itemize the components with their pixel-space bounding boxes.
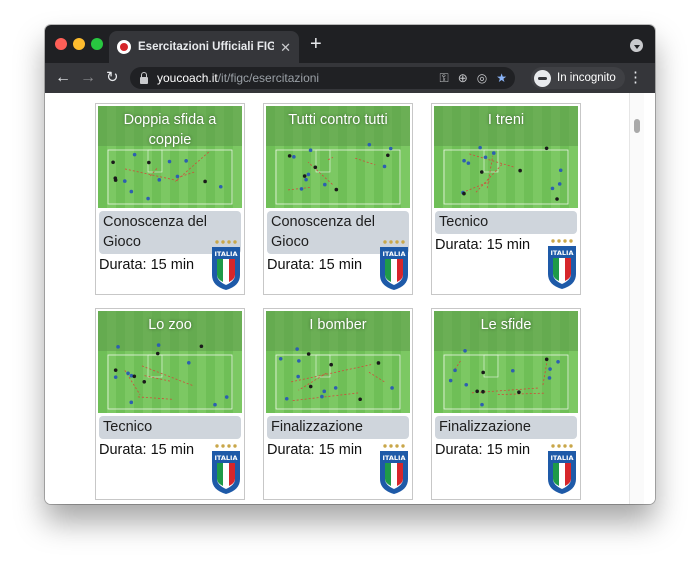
exercise-thumbnail[interactable]: Lo zoo — [98, 311, 242, 413]
figc-crest-icon: ITALIA — [548, 444, 576, 494]
exercise-thumbnail[interactable]: Le sfide — [434, 311, 578, 413]
figc-crest-icon: ITALIA — [548, 239, 576, 289]
back-button[interactable]: ← — [55, 68, 71, 88]
category-badge: Finalizzazione — [267, 416, 409, 439]
zoom-icon[interactable]: ⊕ — [458, 70, 468, 86]
scrollbar-thumb[interactable] — [634, 119, 640, 133]
duration-text: Durata: 15 min — [267, 257, 363, 273]
figc-crest-icon: ITALIA — [380, 240, 408, 290]
figc-crest-icon: ITALIA — [212, 240, 240, 290]
crest-label: ITALIA — [551, 249, 574, 257]
exercise-title[interactable]: Doppia sfida a coppie — [98, 110, 242, 150]
figc-crest-icon: ITALIA — [212, 444, 240, 494]
forward-button[interactable]: → — [80, 68, 96, 88]
site-favicon-icon — [117, 40, 131, 54]
crest-label: ITALIA — [383, 454, 406, 462]
incognito-label: In incognito — [557, 72, 616, 84]
bookmark-star-icon[interactable]: ★ — [496, 70, 507, 86]
url-host: youcoach.it — [157, 71, 218, 85]
browser-toolbar: ← → ↻ youcoach.it /it/figc/esercitazioni… — [45, 63, 655, 93]
duration-text: Durata: 15 min — [435, 442, 531, 458]
exercise-card[interactable]: Le sfide Finalizzazione Durata: 15 min ITAL… — [431, 308, 581, 500]
exercise-thumbnail[interactable]: I treni — [434, 106, 578, 208]
scrollbar[interactable] — [629, 93, 644, 504]
exercise-title[interactable]: Le sfide — [434, 315, 578, 335]
url-path: /it/figc/esercitazioni — [217, 71, 320, 85]
exercise-title[interactable]: Lo zoo — [98, 315, 242, 335]
key-icon[interactable]: ⚿ — [440, 70, 449, 86]
category-badge: Tecnico — [435, 211, 577, 234]
exercise-thumbnail[interactable]: Tutti contro tutti — [266, 106, 410, 208]
exercise-card[interactable]: I treni Tecnico Durata: 15 min ITALIA — [431, 103, 581, 295]
browser-window: Esercitazioni Ufficiali FIGC | Yo ✕ + ← … — [45, 25, 655, 504]
zoom-window-button[interactable] — [91, 38, 103, 50]
exercise-thumbnail[interactable]: Doppia sfida a coppie — [98, 106, 242, 208]
figc-crest-icon: ITALIA — [380, 444, 408, 494]
crest-label: ITALIA — [551, 454, 574, 462]
exercise-card[interactable]: Lo zoo Tecnico Durata: 15 min ITALIA — [95, 308, 245, 500]
tab-search-button[interactable] — [630, 39, 643, 52]
address-bar[interactable]: youcoach.it /it/figc/esercitazioni ⚿ ⊕ ◎… — [130, 67, 515, 89]
tab-title: Esercitazioni Ufficiali FIGC | Yo — [138, 41, 275, 53]
minimize-window-button[interactable] — [73, 38, 85, 50]
exercise-card[interactable]: I bomber Finalizzazione Durata: 15 min ITAL… — [263, 308, 413, 500]
crest-label: ITALIA — [215, 250, 238, 258]
close-tab-icon[interactable]: ✕ — [280, 41, 291, 54]
duration-text: Durata: 15 min — [99, 442, 195, 458]
browser-menu-icon[interactable]: ⋮ — [628, 70, 643, 86]
exercise-card[interactable]: Doppia sfida a coppie Conoscenza del Gioc… — [95, 103, 245, 295]
close-window-button[interactable] — [55, 38, 67, 50]
reload-button[interactable]: ↻ — [106, 68, 119, 88]
lock-icon[interactable] — [140, 71, 148, 84]
incognito-button[interactable]: In incognito — [531, 67, 625, 89]
duration-text: Durata: 15 min — [99, 257, 195, 273]
eye-slash-icon[interactable]: ◎ — [477, 70, 487, 86]
exercise-title[interactable]: I bomber — [266, 315, 410, 335]
category-badge: Tecnico — [99, 416, 241, 439]
tab-youcoach[interactable]: Esercitazioni Ufficiali FIGC | Yo ✕ — [109, 31, 299, 63]
category-badge: Finalizzazione — [435, 416, 577, 439]
page-content: Doppia sfida a coppie Conoscenza del Gioc… — [45, 93, 655, 504]
exercise-thumbnail[interactable]: I bomber — [266, 311, 410, 413]
new-tab-button[interactable]: + — [310, 34, 322, 54]
exercise-title[interactable]: I treni — [434, 110, 578, 130]
crest-label: ITALIA — [215, 454, 238, 462]
crest-label: ITALIA — [383, 250, 406, 258]
incognito-icon — [534, 69, 551, 87]
duration-text: Durata: 15 min — [435, 237, 531, 253]
duration-text: Durata: 15 min — [267, 442, 363, 458]
exercise-title[interactable]: Tutti contro tutti — [266, 110, 410, 130]
exercise-card[interactable]: Tutti contro tutti Conoscenza del Gioco Du… — [263, 103, 413, 295]
tab-bar: Esercitazioni Ufficiali FIGC | Yo ✕ + — [45, 25, 655, 63]
